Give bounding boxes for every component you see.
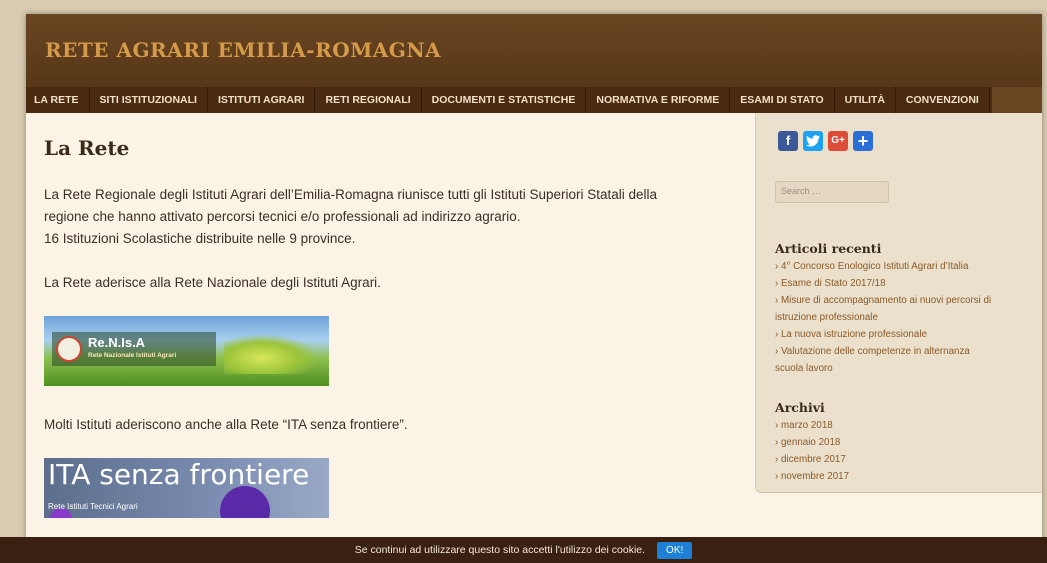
archive-link[interactable]: › novembre 2017	[775, 468, 1027, 485]
renisa-banner-image[interactable]: Re.N.Is.A Rete Nazionale Istituti Agrari	[44, 316, 329, 386]
site-header: RETE AGRARI EMILIA-ROMAGNA	[26, 14, 1042, 87]
renisa-logo-box: Re.N.Is.A Rete Nazionale Istituti Agrari	[52, 332, 216, 366]
archive-link[interactable]: › dicembre 2017	[775, 451, 1027, 468]
intro-line-3: 16 Istituzioni Scolastiche distribuite n…	[44, 231, 356, 246]
recent-posts-title: Articoli recenti	[775, 241, 882, 256]
intro-line-2: regione che hanno attivato percorsi tecn…	[44, 209, 521, 224]
main-nav: LA RETE SITI ISTITUZIONALI ISTITUTI AGRA…	[26, 87, 992, 113]
intro-line-1: La Rete Regionale degli Istituti Agrari …	[44, 187, 658, 202]
site-title[interactable]: RETE AGRARI EMILIA-ROMAGNA	[45, 38, 441, 62]
facebook-icon[interactable]: f	[778, 131, 798, 151]
share-buttons: f G+ +	[778, 131, 873, 151]
recent-post-link[interactable]: › Misure di accompagnamento ai nuovi per…	[775, 292, 1027, 309]
recent-posts-widget: Articoli recenti › 4° Concorso Enologico…	[775, 241, 1027, 377]
page-container: RETE AGRARI EMILIA-ROMAGNA LA RETE SITI …	[26, 14, 1042, 563]
archives-widget: Archivi › marzo 2018 › gennaio 2018 › di…	[775, 400, 1027, 485]
archives-title: Archivi	[775, 400, 825, 415]
recent-post-link[interactable]: scuola lavoro	[775, 360, 1027, 377]
twitter-icon[interactable]	[803, 131, 823, 151]
renisa-name: Re.N.Is.A	[88, 335, 146, 350]
nav-item-reti-regionali[interactable]: RETI REGIONALI	[315, 87, 422, 113]
renisa-subtitle: Rete Nazionale Istituti Agrari	[88, 352, 177, 359]
nav-item-siti-istituzionali[interactable]: SITI ISTITUZIONALI	[90, 87, 208, 113]
ita-banner-title: ITA senza frontiere	[48, 458, 310, 491]
main-content: La Rete La Rete Regionale degli Istituti…	[44, 136, 744, 518]
recent-post-link[interactable]: istruzione professionale	[775, 309, 1027, 326]
sidebar: f G+ + Search … Articoli recenti › 4° Co…	[755, 113, 1042, 493]
ita-banner-image[interactable]: ITA senza frontiere Rete Istituti Tecnic…	[44, 458, 329, 518]
share-plus-icon[interactable]: +	[853, 131, 873, 151]
renisa-logo-icon	[56, 336, 82, 362]
nav-item-normativa-riforme[interactable]: NORMATIVA E RIFORME	[586, 87, 731, 113]
nav-item-istituti-agrari[interactable]: ISTITUTI AGRARI	[208, 87, 316, 113]
page-title: La Rete	[44, 136, 130, 160]
cookie-text: Se continui ad utilizzare questo sito ac…	[354, 544, 646, 556]
search-input[interactable]: Search …	[775, 181, 889, 203]
google-plus-icon[interactable]: G+	[828, 131, 848, 151]
renisa-paragraph: La Rete aderisce alla Rete Nazionale deg…	[44, 275, 381, 290]
intro-paragraph: La Rete Regionale degli Istituti Agrari …	[44, 184, 744, 250]
recent-post-link[interactable]: › Esame di Stato 2017/18	[775, 275, 1027, 292]
ita-paragraph: Molti Istituti aderiscono anche alla Ret…	[44, 417, 408, 432]
nav-item-documenti-statistiche[interactable]: DOCUMENTI E STATISTICHE	[422, 87, 587, 113]
recent-post-link[interactable]: › La nuova istruzione professionale	[775, 326, 1027, 343]
nav-item-utilita[interactable]: UTILITÀ	[835, 87, 896, 113]
ita-banner-subtitle: Rete Istituti Tecnici Agrari	[48, 502, 138, 511]
recent-post-link[interactable]: › 4° Concorso Enologico Istituti Agrari …	[775, 258, 1027, 275]
wheat-graphic	[224, 334, 319, 374]
nav-item-convenzioni[interactable]: CONVENZIONI	[896, 87, 990, 113]
cookie-bar: Se continui ad utilizzare questo sito ac…	[0, 537, 1047, 563]
archive-link[interactable]: › gennaio 2018	[775, 434, 1027, 451]
recent-post-link[interactable]: › Valutazione delle competenze in altern…	[775, 343, 1027, 360]
archive-link[interactable]: › marzo 2018	[775, 417, 1027, 434]
nav-filler	[992, 87, 1042, 113]
nav-item-la-rete[interactable]: LA RETE	[26, 87, 90, 113]
nav-item-esami-di-stato[interactable]: ESAMI DI STATO	[730, 87, 835, 113]
cookie-ok-button[interactable]: OK!	[657, 541, 693, 559]
